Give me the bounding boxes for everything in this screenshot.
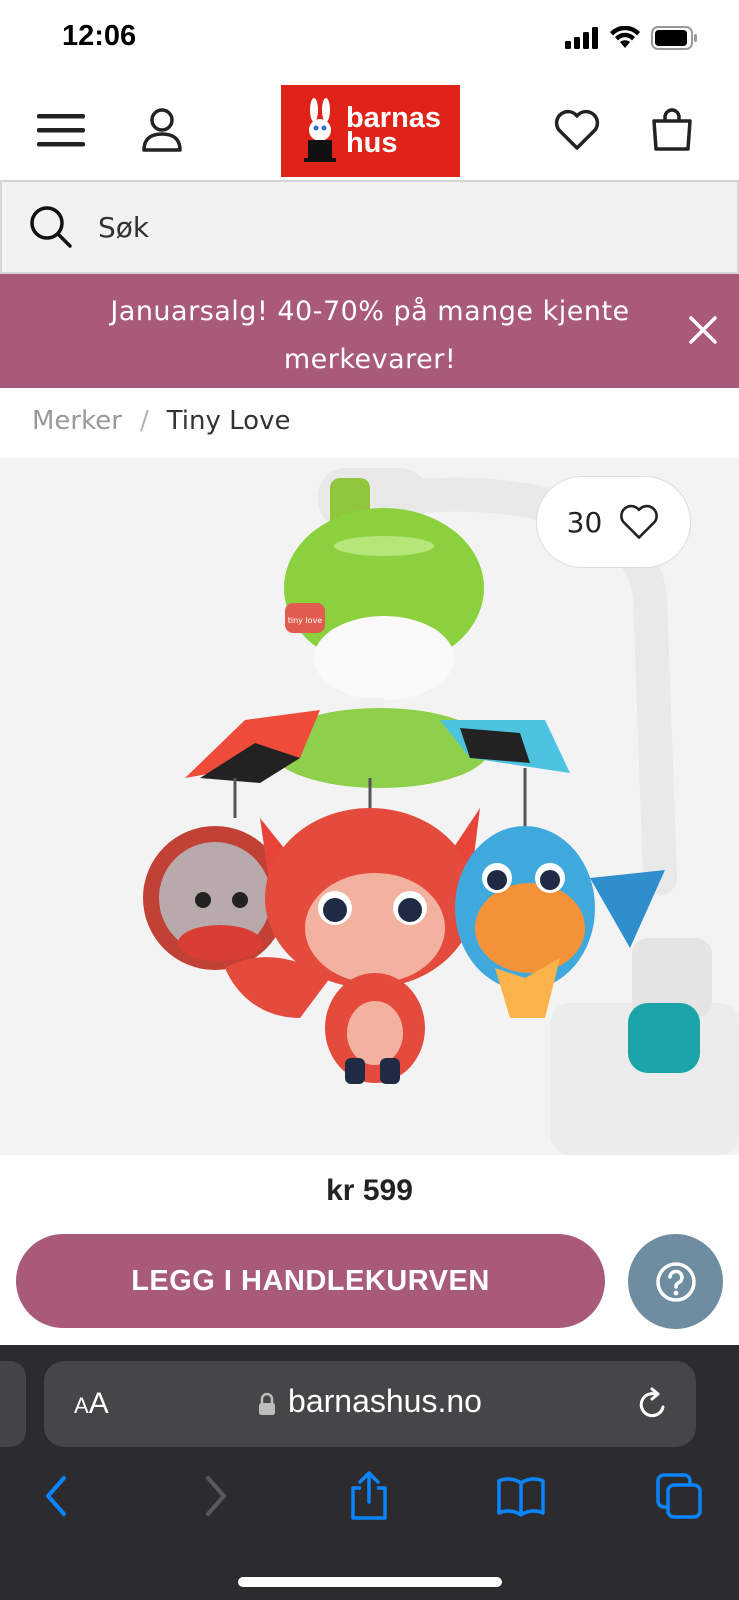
wishlist-heart-icon[interactable]: [549, 102, 605, 158]
reload-icon[interactable]: [636, 1387, 670, 1421]
home-indicator: [238, 1577, 502, 1587]
forward-icon[interactable]: [190, 1471, 240, 1521]
tabs-icon[interactable]: [654, 1471, 704, 1521]
status-icons: [565, 26, 699, 50]
breadcrumb-item-current: Tiny Love: [166, 406, 291, 436]
help-button[interactable]: [628, 1234, 723, 1329]
search-input[interactable]: Søk: [98, 211, 149, 244]
brand-logo-text: tiny love: [288, 616, 323, 625]
search-bar[interactable]: Søk: [0, 180, 739, 274]
lock-icon: [259, 1392, 276, 1415]
favorite-count: 30: [566, 505, 603, 539]
promo-text: Januarsalg! 40-70% på mange kjente merke…: [110, 296, 630, 375]
previous-tab-preview[interactable]: [0, 1361, 26, 1447]
status-bar: 12:06: [0, 0, 739, 80]
heart-icon: [620, 504, 659, 539]
breadcrumb-item-merker[interactable]: Merker: [32, 406, 122, 436]
address-bar[interactable]: AA barnashus.no: [44, 1361, 696, 1447]
question-circle-icon: [655, 1261, 696, 1302]
site-header: barnas hus: [0, 80, 739, 177]
breadcrumb-separator: /: [139, 406, 149, 436]
share-icon[interactable]: [344, 1471, 394, 1521]
logo-line-2: hus: [345, 127, 398, 159]
browser-chrome: AA barnashus.no: [0, 1345, 739, 1600]
brand-logo: tiny love: [285, 603, 325, 633]
bookmarks-icon[interactable]: [496, 1471, 546, 1521]
close-icon[interactable]: [683, 310, 723, 350]
shopping-bag-icon[interactable]: [644, 102, 700, 158]
status-time: 12:06: [62, 20, 137, 52]
wifi-icon: [610, 26, 640, 48]
add-to-cart-button[interactable]: LEGG I HANDLEKURVEN: [16, 1234, 605, 1328]
account-icon[interactable]: [134, 102, 190, 158]
logo-text: barnas hus: [345, 104, 441, 159]
browser-toolbar: [0, 1465, 739, 1535]
back-icon[interactable]: [32, 1471, 82, 1521]
url-text: barnashus.no: [288, 1383, 482, 1419]
favorite-toggle[interactable]: 30: [536, 476, 691, 568]
breadcrumb: Merker / Tiny Love: [32, 406, 290, 436]
search-icon: [30, 206, 72, 248]
site-logo[interactable]: barnas hus: [281, 85, 460, 177]
bunny-hat-logo-icon: [303, 98, 336, 162]
menu-icon[interactable]: [33, 102, 89, 158]
address-url: barnashus.no: [44, 1383, 696, 1420]
promo-banner: Januarsalg! 40-70% på mange kjente merke…: [0, 274, 739, 388]
battery-icon: [651, 26, 697, 50]
product-price: kr 599: [326, 1174, 413, 1207]
cellular-signal-icon: [565, 27, 598, 49]
